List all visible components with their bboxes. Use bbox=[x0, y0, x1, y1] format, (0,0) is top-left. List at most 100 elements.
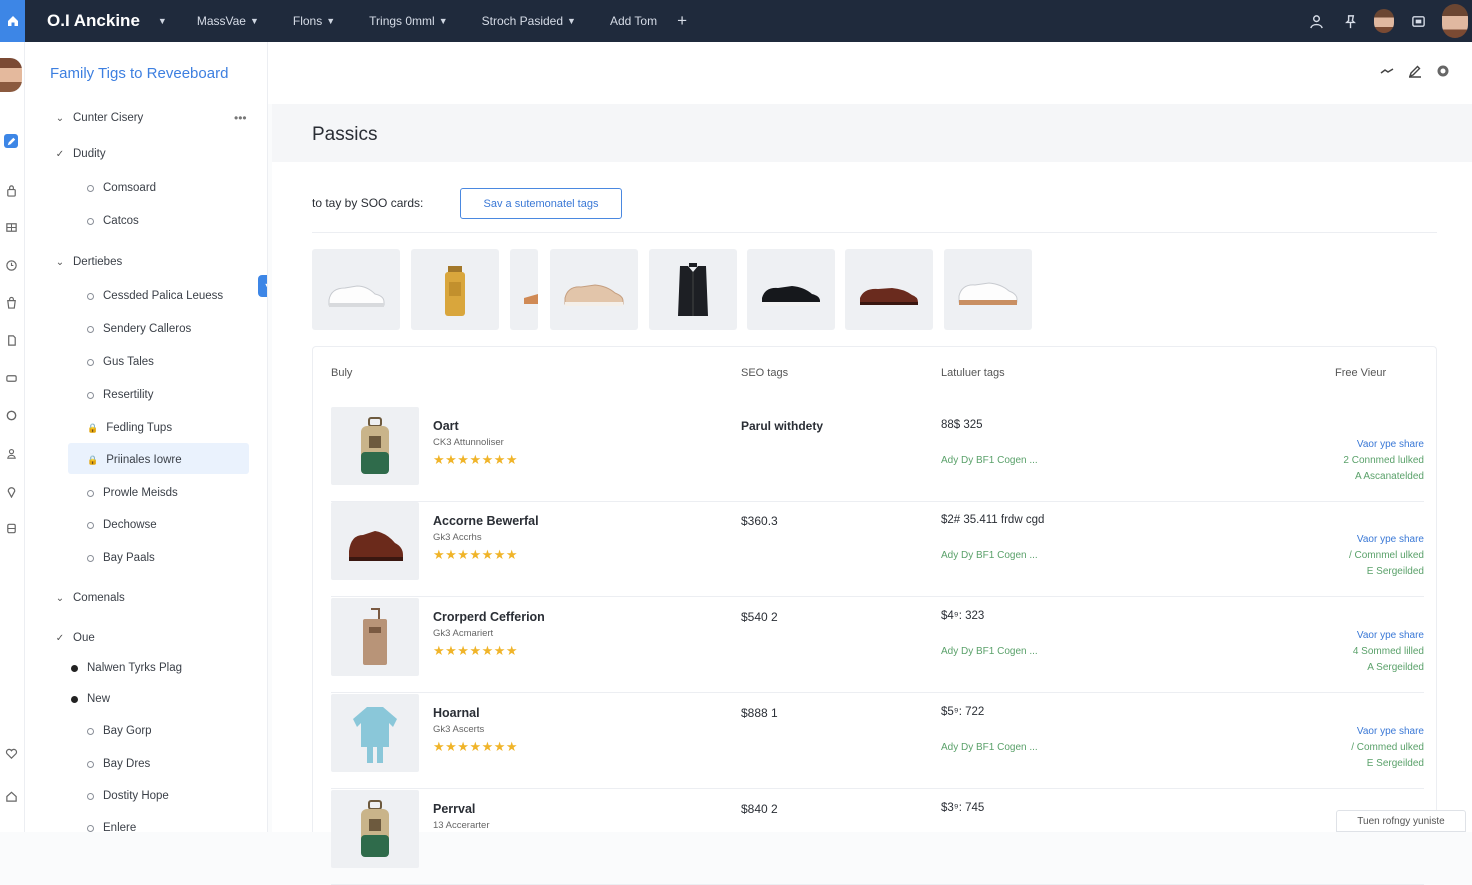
card-icon[interactable] bbox=[4, 371, 18, 385]
sidebar-item[interactable]: Dostity Hope bbox=[25, 785, 169, 807]
trend-icon[interactable] bbox=[1380, 64, 1394, 78]
column-header-latest-tags[interactable]: Latuluer tags bbox=[941, 367, 1005, 379]
column-header-free-view[interactable]: Free Vieur bbox=[1335, 367, 1386, 379]
document-icon[interactable] bbox=[4, 333, 18, 347]
sidebar-item[interactable]: New bbox=[25, 688, 110, 710]
clock-icon[interactable] bbox=[4, 258, 18, 272]
sidebar-item[interactable]: Bay Gorp bbox=[25, 720, 152, 742]
product-thumbnail-tan-boot[interactable] bbox=[411, 249, 499, 330]
sidebar-item[interactable]: ✓ Oue bbox=[25, 627, 95, 649]
nav-menu-4[interactable]: Stroch Pasided ▼ bbox=[482, 14, 576, 28]
edit-icon[interactable] bbox=[4, 134, 18, 148]
tag-line[interactable]: Ady Dy BF1 Cogen ... bbox=[941, 742, 1038, 753]
product-thumbnail-beige-sneaker[interactable] bbox=[550, 249, 638, 330]
filter-tags-button[interactable]: Sav a sutemonatel tags bbox=[460, 188, 622, 219]
sidebar-item[interactable]: Prowle Meisds bbox=[25, 482, 178, 504]
nav-menu-2[interactable]: Flons ▼ bbox=[293, 14, 335, 28]
heart-icon[interactable] bbox=[4, 746, 18, 760]
product-thumbnail-white-sneaker-2[interactable] bbox=[944, 249, 1032, 330]
database-icon[interactable] bbox=[4, 521, 18, 535]
sidebar-item-label: Comsoard bbox=[103, 182, 157, 194]
sidebar-item[interactable]: ✓ Dudity bbox=[25, 143, 106, 165]
location-icon[interactable] bbox=[4, 484, 18, 498]
sidebar-item-label: Bay Dres bbox=[103, 758, 151, 770]
lock-icon[interactable] bbox=[4, 183, 18, 197]
product-thumbnail-brown-loafer[interactable] bbox=[845, 249, 933, 330]
sidebar-item-label: Oue bbox=[73, 632, 95, 644]
rating-stars: ★★★★★★★ bbox=[433, 643, 519, 658]
home-button[interactable] bbox=[0, 0, 25, 42]
sidebar-item[interactable]: ⌄ Dertiebes bbox=[25, 251, 122, 273]
app-brand[interactable]: O.I Anckine ▼ bbox=[47, 11, 167, 31]
user-icon[interactable] bbox=[1306, 11, 1326, 31]
table-row[interactable]: Oart CK3 Attunnoliser ★★★★★★★ Parul withdet… bbox=[331, 407, 1424, 502]
product-image[interactable] bbox=[331, 598, 419, 676]
bag-icon[interactable] bbox=[4, 295, 18, 309]
nav-menu-3[interactable]: Trings 0mml ▼ bbox=[369, 14, 447, 28]
sidebar-title[interactable]: Family Tigs to Reveeboard bbox=[50, 65, 228, 82]
settings-icon[interactable] bbox=[1436, 64, 1450, 78]
view-share-link[interactable]: Vaor ype share bbox=[1284, 437, 1424, 453]
product-thumbnail-white-sneaker[interactable] bbox=[312, 249, 400, 330]
sidebar-item[interactable]: Dechowse bbox=[25, 514, 157, 536]
product-image[interactable] bbox=[331, 502, 419, 580]
product-image[interactable] bbox=[331, 407, 419, 485]
window-icon[interactable] bbox=[1408, 11, 1428, 31]
product-image[interactable] bbox=[331, 790, 419, 868]
sidebar-item-label: Prowle Meisds bbox=[103, 487, 178, 499]
profile-avatar[interactable] bbox=[1442, 4, 1468, 38]
tag-line[interactable]: Ady Dy BF1 Cogen ... bbox=[941, 550, 1038, 561]
view-share-link[interactable]: Vaor ype share bbox=[1284, 724, 1424, 740]
table-row[interactable]: Perrval 13 Accerarter $840 2 $3⁹: 745 bbox=[331, 790, 1424, 885]
table-row[interactable]: Hoarnal Gk3 Ascerts ★★★★★★★ $888 1 $5⁹: 722 A… bbox=[331, 694, 1424, 789]
sidebar-item[interactable]: 🔒 Priinales Iowre bbox=[25, 449, 182, 471]
sidebar-item[interactable]: Bay Paals bbox=[25, 547, 155, 569]
sidebar-item[interactable]: Catcos bbox=[25, 210, 139, 232]
product-name[interactable]: Crorperd Cefferion bbox=[433, 610, 545, 624]
plus-icon[interactable]: + bbox=[677, 11, 687, 31]
column-header-product[interactable]: Buly bbox=[331, 367, 352, 379]
nav-menu-1[interactable]: MassVae ▼ bbox=[197, 14, 259, 28]
toast-notification[interactable]: Tuen rofngy yuniste bbox=[1336, 810, 1466, 832]
product-image[interactable] bbox=[331, 694, 419, 772]
sidebar-item[interactable]: Sendery Calleros bbox=[25, 318, 191, 340]
sidebar-item[interactable]: ⌄ Comenals bbox=[25, 587, 125, 609]
rail-avatar[interactable] bbox=[0, 58, 22, 92]
edit-icon[interactable] bbox=[1408, 64, 1422, 78]
more-icon[interactable]: ••• bbox=[234, 111, 247, 125]
sidebar-item[interactable]: Nalwen Tyrks Plag bbox=[25, 657, 182, 679]
view-share-link[interactable]: Vaor ype share bbox=[1284, 628, 1424, 644]
add-tab-button[interactable]: Add Tom bbox=[610, 14, 657, 28]
circle-icon[interactable] bbox=[4, 408, 18, 422]
product-thumbnail-black-sneaker[interactable] bbox=[747, 249, 835, 330]
pin-icon[interactable] bbox=[1340, 11, 1360, 31]
sidebar-item[interactable]: Gus Tales bbox=[25, 351, 154, 373]
sidebar-item[interactable]: Cessded Palica Leuess bbox=[25, 285, 223, 307]
sidebar-item[interactable]: 🔒 Fedling Tups bbox=[25, 417, 172, 439]
people-icon[interactable] bbox=[4, 446, 18, 460]
column-header-seo-tags[interactable]: SEO tags bbox=[741, 367, 788, 379]
chevron-down-icon: ▼ bbox=[326, 16, 336, 26]
product-name[interactable]: Oart bbox=[433, 419, 459, 433]
product-name[interactable]: Hoarnal bbox=[433, 706, 480, 720]
product-name[interactable]: Accorne Bewerfal bbox=[433, 514, 539, 528]
product-name[interactable]: Perrval bbox=[433, 802, 475, 816]
grid-icon[interactable] bbox=[4, 220, 18, 234]
product-thumbnail-partial-shoe[interactable] bbox=[510, 249, 538, 330]
view-share-link[interactable]: Vaor ype share bbox=[1284, 532, 1424, 548]
icon-rail bbox=[0, 42, 25, 832]
tag-line[interactable]: Ady Dy BF1 Cogen ... bbox=[941, 455, 1038, 466]
user-avatar[interactable] bbox=[1374, 9, 1394, 33]
table-row[interactable]: Accorne Bewerfal Gk3 Accrhs ★★★★★★★ $360.3 $… bbox=[331, 502, 1424, 597]
sidebar-item[interactable]: Resertility bbox=[25, 384, 153, 406]
sidebar-item[interactable]: Comsoard bbox=[25, 177, 156, 199]
home-outline-icon[interactable] bbox=[4, 789, 18, 803]
sidebar-item[interactable]: Enlere bbox=[25, 817, 136, 832]
collapse-badge-icon[interactable]: ▼ bbox=[258, 275, 267, 297]
sidebar-item[interactable]: ⌄ Cunter Cisery bbox=[25, 107, 144, 129]
sidebar-item[interactable]: Bay Dres bbox=[25, 753, 150, 775]
sidebar-item-label: Priinales Iowre bbox=[106, 454, 182, 466]
product-thumbnail-black-vest[interactable] bbox=[649, 249, 737, 330]
tag-line[interactable]: Ady Dy BF1 Cogen ... bbox=[941, 646, 1038, 657]
table-row[interactable]: Crorperd Cefferion Gk3 Acmariert ★★★★★★★ $5… bbox=[331, 598, 1424, 693]
